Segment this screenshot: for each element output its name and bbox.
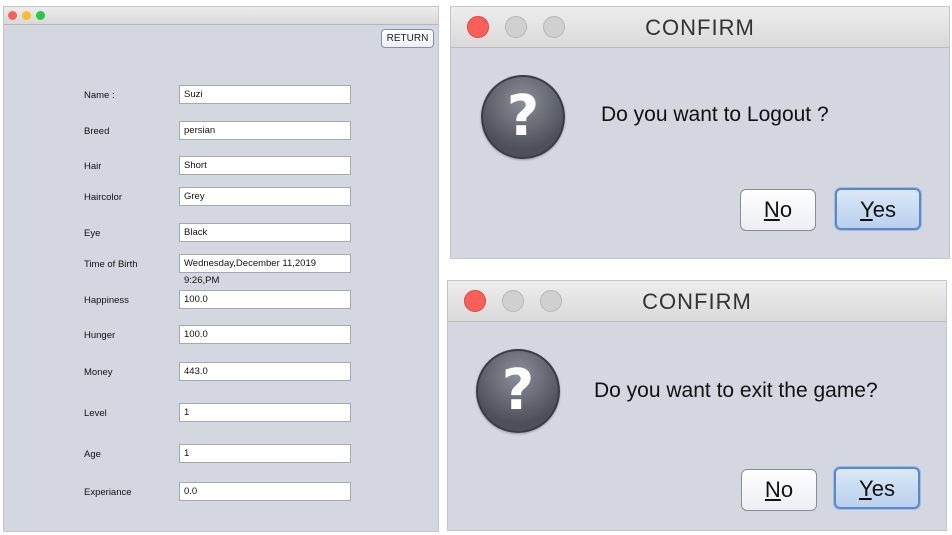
no-mnemonic: N <box>764 477 781 502</box>
hunger-label: Hunger <box>84 330 116 341</box>
level-field[interactable]: 1 <box>179 403 351 422</box>
money-field[interactable]: 443.0 <box>179 362 351 381</box>
no-label-rest: o <box>779 197 793 222</box>
yes-button[interactable]: Yes <box>835 188 921 230</box>
experiance-label: Experiance <box>84 487 132 498</box>
return-button[interactable]: RETURN <box>381 29 434 48</box>
hair-field[interactable]: Short <box>179 156 351 175</box>
question-icon: ? <box>476 349 560 433</box>
pet-info-window: RETURN Name : Suzi Breed persian Hair Sh… <box>3 6 439 532</box>
no-mnemonic: N <box>763 197 780 222</box>
name-field[interactable]: Suzi <box>179 85 351 104</box>
yes-button[interactable]: Yes <box>834 467 920 509</box>
breed-label: Breed <box>84 126 110 137</box>
question-icon: ? <box>481 75 565 159</box>
happiness-field[interactable]: 100.0 <box>179 290 351 309</box>
dialog-message: Do you want to exit the game? <box>594 379 878 402</box>
zoom-window-button[interactable] <box>36 11 45 20</box>
no-label-rest: o <box>780 477 794 502</box>
experiance-field[interactable]: 0.0 <box>179 482 351 501</box>
age-field[interactable]: 1 <box>179 444 351 463</box>
yes-mnemonic: Y <box>860 197 873 222</box>
name-label: Name : <box>84 90 115 101</box>
logout-confirm-dialog: CONFIRM ? Do you want to Logout ? No Yes <box>450 6 950 259</box>
dialog-title-bar[interactable]: CONFIRM <box>451 7 949 48</box>
yes-label-rest: es <box>872 197 896 222</box>
haircolor-label: Haircolor <box>84 192 123 203</box>
title-bar[interactable] <box>4 7 438 25</box>
minimize-window-button[interactable] <box>22 11 31 20</box>
hunger-field[interactable]: 100.0 <box>179 325 351 344</box>
yes-label-rest: es <box>871 476 895 501</box>
hair-label: Hair <box>84 161 102 172</box>
no-button[interactable]: No <box>740 189 816 231</box>
dialog-title: CONFIRM <box>645 15 755 40</box>
close-window-button[interactable] <box>8 11 17 20</box>
breed-field[interactable]: persian <box>179 121 351 140</box>
time-of-birth-field[interactable]: Wednesday,December 11,2019 9:26,PM <box>179 254 351 286</box>
level-label: Level <box>84 408 107 419</box>
no-button[interactable]: No <box>741 469 817 511</box>
age-label: Age <box>84 449 101 460</box>
haircolor-field[interactable]: Grey <box>179 187 351 206</box>
yes-mnemonic: Y <box>859 476 872 501</box>
dialog-title: CONFIRM <box>642 289 752 314</box>
time-of-birth-label: Time of Birth <box>84 259 138 270</box>
dialog-title-bar[interactable]: CONFIRM <box>448 281 946 322</box>
exit-confirm-dialog: CONFIRM ? Do you want to exit the game? … <box>447 280 947 531</box>
dialog-message: Do you want to Logout ? <box>601 103 829 126</box>
eye-field[interactable]: Black <box>179 223 351 242</box>
money-label: Money <box>84 367 113 378</box>
happiness-label: Happiness <box>84 295 129 306</box>
eye-label: Eye <box>84 228 101 239</box>
